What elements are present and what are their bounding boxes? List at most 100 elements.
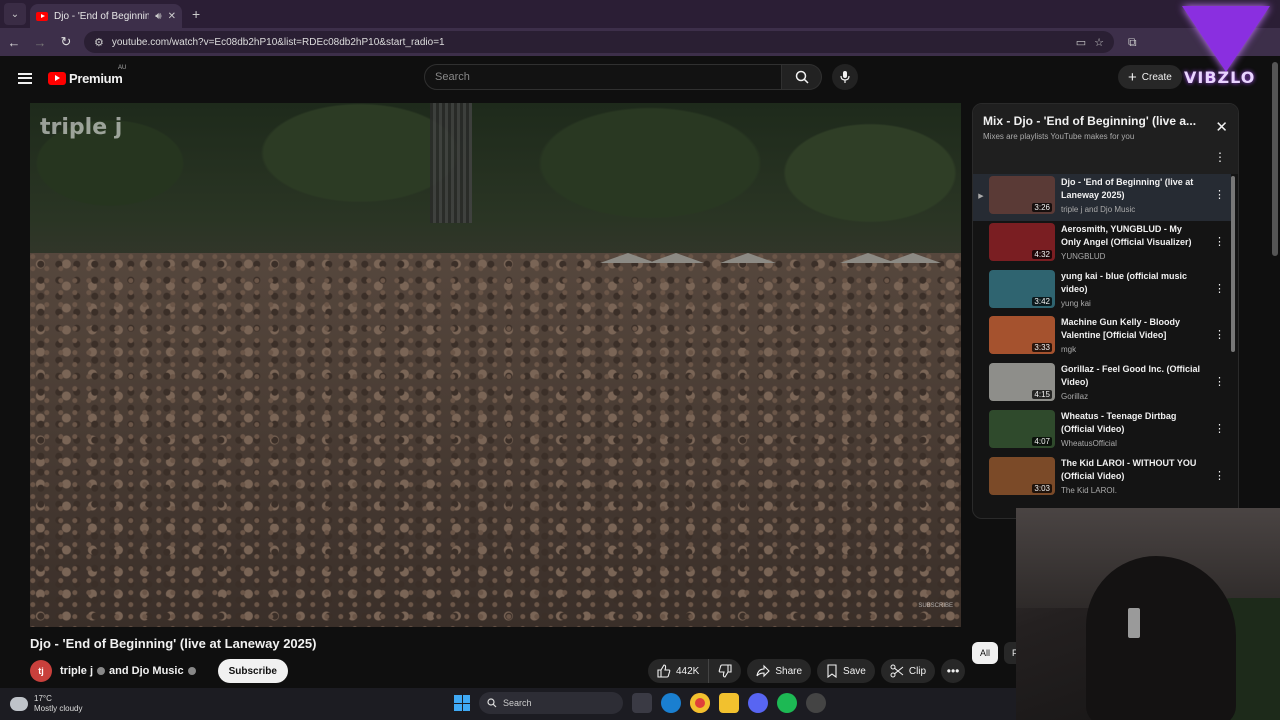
video-player[interactable]: triple j SUBSCRIBE: [30, 103, 961, 627]
video-thumbnail[interactable]: 3:26: [989, 176, 1055, 214]
more-vertical-icon[interactable]: ⋮: [1214, 188, 1225, 201]
playlist-item[interactable]: 3:03 The Kid LAROI - WITHOUT YOU (Officia…: [973, 455, 1231, 502]
like-button[interactable]: 442K: [648, 659, 710, 683]
more-vertical-icon[interactable]: ⋮: [1214, 282, 1225, 295]
speaker-icon[interactable]: 🔊︎: [155, 11, 161, 22]
video-thumbnail[interactable]: 4:15: [989, 363, 1055, 402]
playlist-item[interactable]: 4:32 Aerosmith, YUNGBLUD - My Only Angel …: [973, 221, 1231, 268]
more-actions-button[interactable]: •••: [941, 659, 966, 683]
vibzlo-v-shape: [1182, 6, 1270, 72]
verified-icon: [187, 667, 196, 676]
channel-avatar[interactable]: tj: [30, 660, 52, 682]
app-icon[interactable]: [806, 693, 826, 713]
tab-title: Djo - 'End of Beginning' (live: [54, 10, 150, 22]
more-vertical-icon[interactable]: ⋮: [1214, 328, 1225, 341]
playlist-item-channel: triple j and Djo Music: [1061, 205, 1136, 214]
video-frame-trees: [30, 103, 961, 263]
bookmark-icon: [827, 664, 837, 678]
clip-button[interactable]: Clip: [880, 659, 936, 683]
playlist-item-channel: YUNGBLUD: [1061, 251, 1106, 261]
taskbar-search-label: Search: [503, 698, 532, 708]
back-arrow-icon[interactable]: ←: [2, 35, 26, 50]
browser-tab[interactable]: Djo - 'End of Beginning' (live 🔊︎ ✕: [30, 4, 182, 28]
video-thumbnail[interactable]: 4:07: [989, 409, 1055, 448]
task-view-icon[interactable]: [632, 693, 652, 713]
extensions-icon[interactable]: ⧉: [1128, 35, 1137, 50]
menu-icon[interactable]: [18, 72, 32, 84]
search-button[interactable]: [782, 64, 822, 90]
verified-icon: [97, 667, 106, 676]
taskbar-search[interactable]: Search: [479, 692, 623, 714]
search-input[interactable]: [424, 64, 782, 90]
video-title: Djo - 'End of Beginning' (live at Lanewa…: [30, 636, 317, 651]
reload-icon[interactable]: ↻: [54, 34, 78, 50]
new-tab-icon[interactable]: +: [192, 6, 200, 22]
more-vertical-icon[interactable]: ⋮: [1214, 375, 1225, 388]
forward-arrow-icon[interactable]: →: [28, 35, 52, 50]
playlist-item[interactable]: 3:42 yung kai - blue (official music vide…: [973, 268, 1231, 315]
cast-icon[interactable]: ▭: [1076, 36, 1086, 49]
youtube-premium-logo[interactable]: Premium AU: [48, 65, 126, 86]
thumbs-up-icon: [657, 664, 671, 678]
edge-icon[interactable]: [661, 693, 681, 713]
like-dislike-group: 442K: [648, 659, 742, 683]
playlist-scrollbar[interactable]: [1231, 176, 1235, 352]
create-label: Create: [1141, 71, 1172, 83]
playlist-item[interactable]: 4:15 Gorillaz - Feel Good Inc. (Official …: [973, 361, 1231, 408]
close-icon[interactable]: ✕: [1215, 118, 1228, 136]
logo-region: AU: [118, 64, 127, 71]
site-info-icon[interactable]: ⚙: [94, 36, 104, 49]
tab-search-chevron-icon[interactable]: ⌄: [4, 3, 26, 25]
playlist-item[interactable]: ▶ 3:26 Djo - 'End of Beginning' (live at L…: [973, 174, 1231, 221]
video-frame-tower: [430, 103, 472, 223]
plus-icon: +: [1128, 68, 1137, 86]
playlist-subtitle: Mixes are playlists YouTube makes for yo…: [983, 132, 1135, 141]
share-button[interactable]: Share: [747, 659, 812, 683]
dislike-button[interactable]: [709, 659, 742, 683]
video-thumbnail[interactable]: 3:33: [989, 316, 1055, 355]
playlist-item-title: The Kid LAROI - WITHOUT YOU (Official Vi…: [1061, 457, 1197, 481]
more-vertical-icon[interactable]: ⋮: [1214, 235, 1225, 248]
bookmark-star-icon[interactable]: ☆: [1094, 36, 1104, 49]
webcam-person: [1086, 556, 1236, 720]
channel-name[interactable]: triple j and Djo Music: [60, 665, 200, 677]
chip-all[interactable]: All: [972, 642, 999, 664]
close-tab-icon[interactable]: ✕: [168, 11, 176, 22]
playlist-item-channel: WheatusOfficial: [1061, 438, 1117, 448]
youtube-favicon-icon: [36, 11, 48, 21]
video-thumbnail[interactable]: 3:42: [989, 269, 1055, 308]
voice-search-button[interactable]: [832, 64, 858, 90]
chrome-icon[interactable]: [690, 693, 710, 713]
playlist-item[interactable]: 4:07 Wheatus - Teenage Dirtbag (Official …: [973, 408, 1231, 455]
video-thumbnail[interactable]: 4:32: [989, 222, 1055, 261]
spotify-icon[interactable]: [777, 693, 797, 713]
youtube-logo-icon: [48, 71, 66, 85]
video-frame-umbrella: [720, 253, 776, 263]
discord-icon[interactable]: [748, 693, 768, 713]
share-icon: [756, 664, 771, 678]
playlist-title[interactable]: Mix - Djo - 'End of Beginning' (live a..…: [983, 114, 1205, 128]
address-bar[interactable]: ⚙ youtube.com/watch?v=Ec08db2hP10&list=R…: [84, 31, 1114, 53]
playlist-item-title: Machine Gun Kelly - Bloody Valentine [Of…: [1061, 317, 1181, 341]
save-label: Save: [843, 665, 866, 677]
playlist-item-index: [973, 223, 989, 239]
webcam-headset-mic: [1128, 608, 1140, 638]
browser-tab-strip: ⌄ Djo - 'End of Beginning' (live 🔊︎ ✕ +: [0, 0, 1280, 28]
subscribe-button[interactable]: Subscribe: [217, 659, 288, 683]
weather-widget[interactable]: 17°C Mostly cloudy: [10, 694, 82, 714]
video-thumbnail[interactable]: 3:03: [989, 456, 1055, 495]
vibzlo-text: VIBZLO: [1184, 68, 1256, 87]
duration-badge: 3:33: [1032, 343, 1052, 353]
scissors-icon: [890, 664, 904, 678]
more-vertical-icon[interactable]: ⋮: [1214, 422, 1225, 435]
create-button[interactable]: + Create: [1118, 65, 1182, 89]
duration-badge: 3:42: [1032, 296, 1052, 306]
playlist-item[interactable]: 3:33 Machine Gun Kelly - Bloody Valentine…: [973, 314, 1231, 361]
duration-badge: 3:03: [1032, 483, 1052, 493]
more-vertical-icon[interactable]: ⋮: [1214, 469, 1225, 482]
channel-secondary: and Djo Music: [109, 665, 184, 677]
save-button[interactable]: Save: [817, 659, 875, 683]
more-vertical-icon[interactable]: ⋮: [1214, 150, 1226, 164]
windows-start-icon[interactable]: [454, 695, 470, 711]
file-explorer-icon[interactable]: [719, 693, 739, 713]
